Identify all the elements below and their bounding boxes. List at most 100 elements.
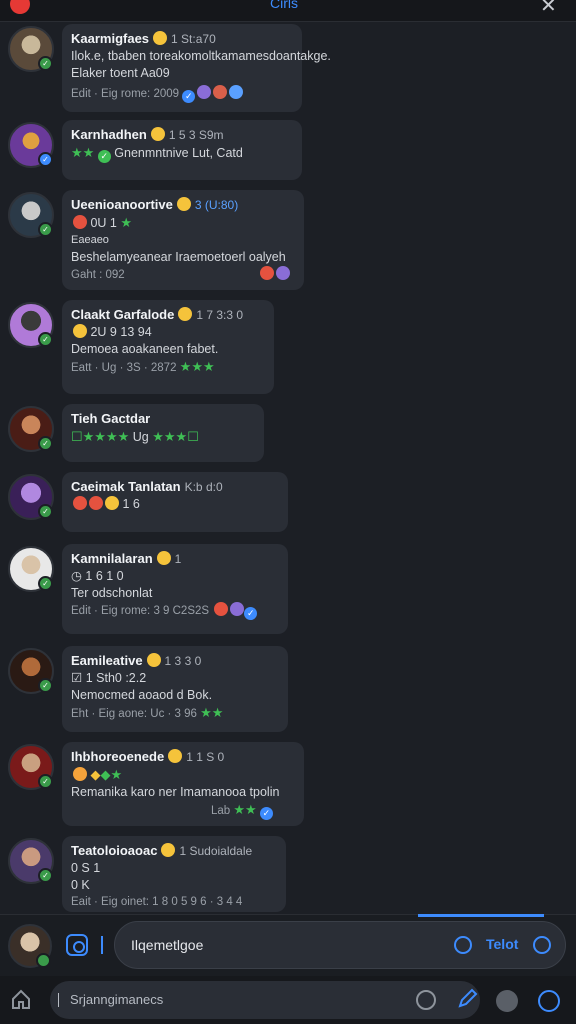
sender-name: Kamnilalaran xyxy=(71,551,153,566)
online-badge-icon: ✓ xyxy=(38,504,53,519)
message-feed[interactable]: ✓ Kaarmigfaes 1 St:a70 Ilok.e, tbaben tor… xyxy=(0,22,576,914)
message-text: Ilok.e, tbaben toreakomoltkamamesdoantak… xyxy=(71,49,331,63)
message-time: 1 1 S 0 xyxy=(186,750,225,764)
message-bubble[interactable]: Claakt Garfalode 1 7 3:3 0 2U 9 13 94 Dem… xyxy=(62,300,274,394)
message-bubble[interactable]: Caeimak Tanlatan K:b d:0 1 6 xyxy=(62,472,288,532)
online-badge-icon: ✓ xyxy=(38,678,53,693)
record-icon[interactable] xyxy=(10,0,30,14)
message-bubble[interactable]: Ueenioanoortive 3 (U:80) 0U 1 ★ Eaeaeo Be… xyxy=(62,190,304,290)
message-text: Gnenmntnive Lut, Catd xyxy=(114,146,243,160)
star-icon: ★★ xyxy=(200,705,224,720)
star-icon: ◆ xyxy=(100,767,111,782)
text-cursor xyxy=(58,993,59,1007)
star-icon: ★★ xyxy=(233,802,257,817)
message-text: Elaker toent Aa09 xyxy=(71,66,170,80)
message-bubble[interactable]: Kamnilalaran 1 ◷ 1 6 1 0 Ter odschonlat E… xyxy=(62,544,288,634)
sender-name: Kaarmigfaes xyxy=(71,31,150,46)
smile-emoji-icon xyxy=(168,749,183,763)
verified-icon: ✓ xyxy=(244,607,258,620)
reaction-icon[interactable] xyxy=(214,602,229,616)
star-icon: ☐★★★★ xyxy=(71,429,130,444)
message-text: Nemocmed aoaod d Bok. xyxy=(71,688,213,702)
online-badge-icon: ✓ xyxy=(38,56,53,71)
message-text: 1 Sth0 :2.2 xyxy=(85,671,147,685)
sender-name: Ihbhoreoenede xyxy=(71,749,165,764)
emoji-icon[interactable] xyxy=(454,936,472,954)
sender-name: Ueenioanoortive xyxy=(71,197,173,212)
message-text: 0 S 1 xyxy=(71,861,101,875)
clock-icon[interactable] xyxy=(416,990,436,1010)
message-meta: Eht · Eig aone: Uc · 3 96 xyxy=(71,708,197,720)
smile-emoji-icon xyxy=(176,197,191,211)
online-badge-icon: ✓ xyxy=(38,152,53,167)
sender-name: Claakt Garfalode xyxy=(71,307,175,322)
clock-icon: ◷ xyxy=(71,569,82,583)
reaction-icon[interactable] xyxy=(213,85,228,99)
message-text: Ug xyxy=(132,430,149,444)
message-time: K:b d:0 xyxy=(184,480,223,494)
smile-emoji-icon xyxy=(178,307,193,321)
badge-icon: ✓ xyxy=(97,150,111,163)
reaction-icon[interactable] xyxy=(197,85,212,99)
pen-icon[interactable] xyxy=(456,988,478,1010)
verified-icon: ✓ xyxy=(182,90,196,103)
sender-name: Caeimak Tanlatan xyxy=(71,479,181,494)
message-meta: Eait · Eig oinet: 1 8 0 5 9 6 · 3 4 4 xyxy=(71,896,243,908)
reaction-icon[interactable] xyxy=(73,215,87,229)
message-meta: Edit · Eig rome: 3 9 C2S2S xyxy=(71,605,210,617)
profile-icon[interactable] xyxy=(496,990,518,1012)
info-icon[interactable] xyxy=(538,990,560,1012)
star-icon: ★★★ xyxy=(179,359,215,374)
message-text: Eaeaeo xyxy=(71,234,109,246)
message-bubble[interactable]: Teatoloioaoac 1 Sudoialdale 0 S 1 0 K Eai… xyxy=(62,836,286,912)
message-text: Beshelamyeanear Iraemoetoerl oalyeh xyxy=(71,250,286,264)
online-badge-icon: ✓ xyxy=(38,436,53,451)
message-meta: Gaht : 092 xyxy=(71,269,125,281)
online-badge-icon: ✓ xyxy=(38,868,53,883)
message-text: 2U 9 13 94 xyxy=(90,325,152,339)
reaction-icon[interactable] xyxy=(73,324,87,338)
camera-icon[interactable] xyxy=(66,934,88,956)
sender-name: Karnhadhen xyxy=(71,127,147,142)
verified-icon: ✓ xyxy=(259,807,273,820)
message-text: 1 6 xyxy=(122,497,140,511)
star-icon: ★★ xyxy=(71,145,95,160)
star-icon: ★ xyxy=(120,215,133,230)
smile-emoji-icon xyxy=(153,31,168,45)
send-button[interactable]: Telot xyxy=(486,936,518,952)
message-time: 3 (U:80) xyxy=(194,198,239,212)
text-cursor xyxy=(101,936,103,954)
star-icon: ★★★☐ xyxy=(152,429,199,444)
online-badge-icon xyxy=(36,953,51,968)
home-icon[interactable] xyxy=(10,988,32,1010)
message-text: Remanika karo ner Imamanooa tpolin xyxy=(71,785,280,799)
reaction-icon[interactable] xyxy=(229,85,244,99)
smile-emoji-icon xyxy=(150,127,165,141)
sender-name: Tieh Gactdar xyxy=(71,411,151,426)
reaction-icon[interactable] xyxy=(73,496,87,510)
message-time: 1 5 3 S9m xyxy=(168,128,224,142)
message-bubble[interactable]: Kaarmigfaes 1 St:a70 Ilok.e, tbaben torea… xyxy=(62,24,331,112)
sender-name: Eamileative xyxy=(71,653,143,668)
reaction-icon[interactable] xyxy=(259,266,274,280)
online-badge-icon: ✓ xyxy=(38,774,53,789)
reaction-icon[interactable] xyxy=(73,767,87,781)
message-bubble[interactable]: Eamileative 1 3 3 0 ☑ 1 Sth0 :2.2 Nemocme… xyxy=(62,646,288,732)
check-icon: ☑ xyxy=(71,671,83,685)
message-time: 1 7 3:3 0 xyxy=(196,308,244,322)
online-badge-icon: ✓ xyxy=(38,222,53,237)
reaction-icon[interactable] xyxy=(89,496,103,510)
message-meta: Edit · Eig rome: 2009 xyxy=(71,88,180,100)
top-title[interactable]: Cirls xyxy=(270,0,298,11)
star-icon: ★ xyxy=(110,767,123,782)
close-icon[interactable]: ✕ xyxy=(540,0,557,18)
reaction-icon[interactable] xyxy=(230,602,245,616)
message-bubble[interactable]: Ihbhoreoenede 1 1 S 0 ◆◆★ Remanika karo n… xyxy=(62,742,304,826)
message-bubble[interactable]: Tieh Gactdar ☐★★★★ Ug ★★★☐ xyxy=(62,404,264,462)
smile-emoji-icon xyxy=(146,653,161,667)
message-bubble[interactable]: Karnhadhen 1 5 3 S9m ★★ ✓ Gnenmntnive Lut… xyxy=(62,120,302,180)
send-icon[interactable] xyxy=(533,936,551,954)
message-time: 1 Sudoialdale xyxy=(179,844,253,858)
reaction-icon[interactable] xyxy=(105,496,119,510)
reaction-icon[interactable] xyxy=(275,266,290,280)
